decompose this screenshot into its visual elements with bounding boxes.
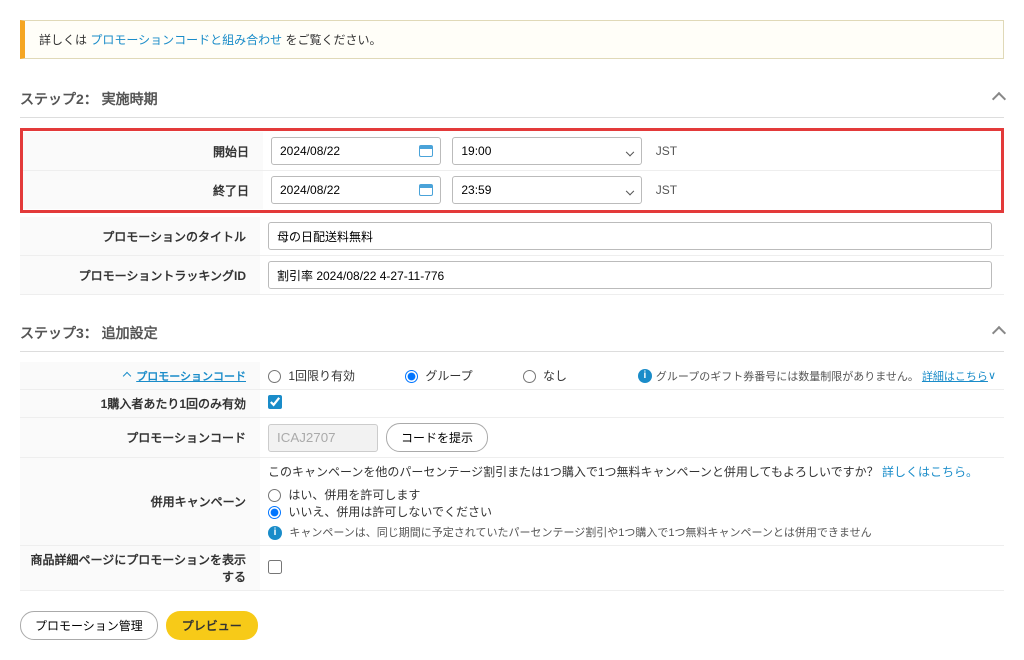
combine-text: このキャンペーンを他のパーセンテージ割引または1つ購入で1つ無料キャンペーンと併… <box>268 465 879 479</box>
combine-label: 併用キャンペーン <box>20 458 260 546</box>
step3-section: ステップ3： 追加設定 プロモーションコード 1回限り有効 <box>20 313 1004 591</box>
chevron-up-icon <box>992 326 1006 340</box>
chevron-up-icon <box>992 92 1006 106</box>
combine-yes-radio[interactable] <box>268 489 281 502</box>
once-per-buyer-label: 1購入者あたり1回のみ有効 <box>20 390 260 418</box>
info-icon: i <box>638 369 652 383</box>
end-time-select[interactable]: 23:59 <box>452 176 642 204</box>
promo-title-label: プロモーションのタイトル <box>20 217 260 256</box>
end-date-input[interactable] <box>271 176 441 204</box>
banner-suffix: をご覧ください。 <box>285 33 381 47</box>
code-field-label: プロモーションコード <box>20 418 260 458</box>
start-date-input[interactable] <box>271 137 441 165</box>
promo-code-type-link[interactable]: プロモーションコード <box>136 371 246 383</box>
start-date-label: 開始日 <box>23 132 263 171</box>
banner-prefix: 詳しくは <box>39 33 90 47</box>
step2-section: ステップ2： 実施時期 開始日 19:00 JST <box>20 79 1004 295</box>
code-input <box>268 424 378 452</box>
step2-header[interactable]: ステップ2： 実施時期 <box>20 79 1004 118</box>
preview-button[interactable]: プレビュー <box>166 611 258 640</box>
tracking-id-label: プロモーショントラッキングID <box>20 256 260 295</box>
radio-group-label[interactable]: グループ <box>405 367 473 384</box>
details-link[interactable]: 詳細はこちら <box>922 368 988 384</box>
radio-once-label[interactable]: 1回限り有効 <box>268 367 355 384</box>
group-note: グループのギフト券番号には数量制限がありません。 <box>656 368 919 384</box>
combine-no-label[interactable]: いいえ、併用は許可しないでください <box>268 505 492 519</box>
combine-note: キャンペーンは、同じ期間に予定されていたパーセンテージ割引や1つ購入で1つ無料キ… <box>289 527 871 539</box>
promo-code-type-label: プロモーションコード <box>20 362 260 390</box>
end-tz: JST <box>656 183 677 197</box>
once-per-buyer-checkbox[interactable] <box>268 395 282 409</box>
show-product-label: 商品詳細ページにプロモーションを表示する <box>20 546 260 591</box>
combine-no-radio[interactable] <box>268 506 281 519</box>
info-icon: i <box>268 526 282 540</box>
date-highlight-box: 開始日 19:00 JST 終了日 <box>20 128 1004 213</box>
radio-none-label[interactable]: なし <box>523 367 567 384</box>
step3-header[interactable]: ステップ3： 追加設定 <box>20 313 1004 352</box>
combine-yes-label[interactable]: はい、併用を許可します <box>268 488 420 502</box>
caret-up-icon <box>123 372 131 380</box>
start-time-select[interactable]: 19:00 <box>452 137 642 165</box>
radio-group[interactable] <box>405 370 418 383</box>
radio-none[interactable] <box>523 370 536 383</box>
promo-title-input[interactable] <box>268 222 992 250</box>
info-banner: 詳しくは プロモーションコードと組み合わせ をご覧ください。 <box>20 20 1004 59</box>
manage-button[interactable]: プロモーション管理 <box>20 611 158 640</box>
calendar-icon <box>419 145 433 157</box>
show-product-checkbox[interactable] <box>268 560 282 574</box>
end-date-label: 終了日 <box>23 171 263 210</box>
combine-link[interactable]: 詳しくはこちら。 <box>882 465 978 479</box>
banner-link[interactable]: プロモーションコードと組み合わせ <box>90 33 282 47</box>
calendar-icon <box>419 184 433 196</box>
radio-once[interactable] <box>268 370 281 383</box>
footer-buttons: プロモーション管理 プレビュー <box>20 611 1004 640</box>
show-code-button[interactable]: コードを提示 <box>386 423 488 452</box>
tracking-id-input[interactable] <box>268 261 992 289</box>
step3-title: ステップ3： 追加設定 <box>20 323 158 343</box>
step2-title: ステップ2： 実施時期 <box>20 89 158 109</box>
start-tz: JST <box>656 144 677 158</box>
